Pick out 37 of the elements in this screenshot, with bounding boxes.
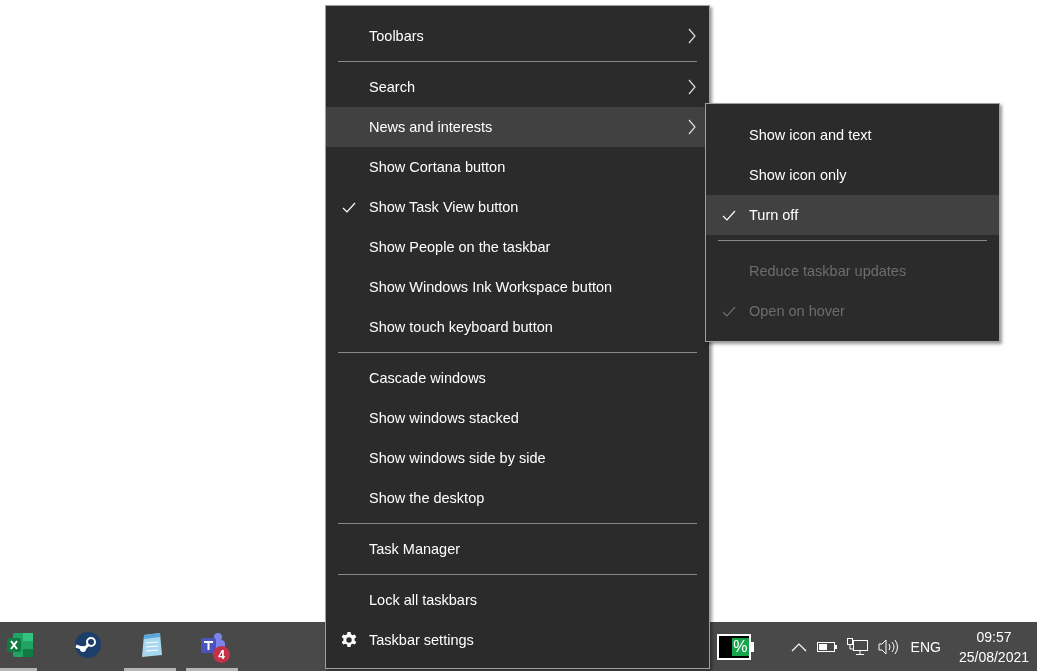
menu-item[interactable]: Show Cortana button (326, 147, 709, 187)
menu-item[interactable]: Turn off (706, 195, 999, 235)
menu-item[interactable]: Show windows side by side (326, 438, 709, 478)
battery-widget: % (716, 633, 751, 660)
clock-time: 09:57 (976, 627, 1012, 647)
menu-item[interactable]: Taskbar settings (326, 620, 709, 660)
menu-item[interactable]: Show touch keyboard button (326, 307, 709, 347)
menu-item[interactable]: Show People on the taskbar (326, 227, 709, 267)
chevron-right-icon (688, 119, 696, 135)
clock-date: 25/08/2021 (958, 647, 1029, 667)
menu-item[interactable]: Search (326, 67, 709, 107)
menu-item[interactable]: Show windows stacked (326, 398, 709, 438)
checkmark-icon (721, 304, 736, 318)
battery-icon (816, 641, 837, 652)
menu-item[interactable]: Show icon only (706, 155, 999, 195)
language-button[interactable]: ENG (902, 638, 949, 655)
chevron-right-icon (688, 79, 696, 95)
monitor-network-icon (846, 638, 868, 655)
menu-item[interactable]: Show the desktop (326, 478, 709, 518)
clock-button[interactable]: 09:57 25/08/2021 (948, 626, 1037, 667)
notification-badge: 4 (213, 646, 230, 663)
menu-item[interactable]: Show Windows Ink Workspace button (326, 267, 709, 307)
taskbar-app-button[interactable]: 4 (186, 622, 238, 671)
chevron-right-icon (688, 28, 696, 44)
spreadsheet-icon (4, 631, 33, 659)
speaker-icon (877, 637, 898, 656)
checkmark-icon (721, 208, 736, 222)
menu-item[interactable]: Cascade windows (326, 358, 709, 398)
chevron-up-icon (790, 641, 807, 652)
steam-icon (74, 631, 102, 659)
menu-item[interactable]: Show Task View button (326, 187, 709, 227)
menu-item[interactable]: Task Manager (326, 529, 709, 569)
menu-item[interactable]: Lock all taskbars (326, 580, 709, 620)
menu-item[interactable]: Show icon and text (706, 115, 999, 155)
checkmark-icon (341, 200, 356, 214)
settings-icon (340, 632, 357, 648)
menu-item[interactable]: Toolbars (326, 16, 709, 56)
